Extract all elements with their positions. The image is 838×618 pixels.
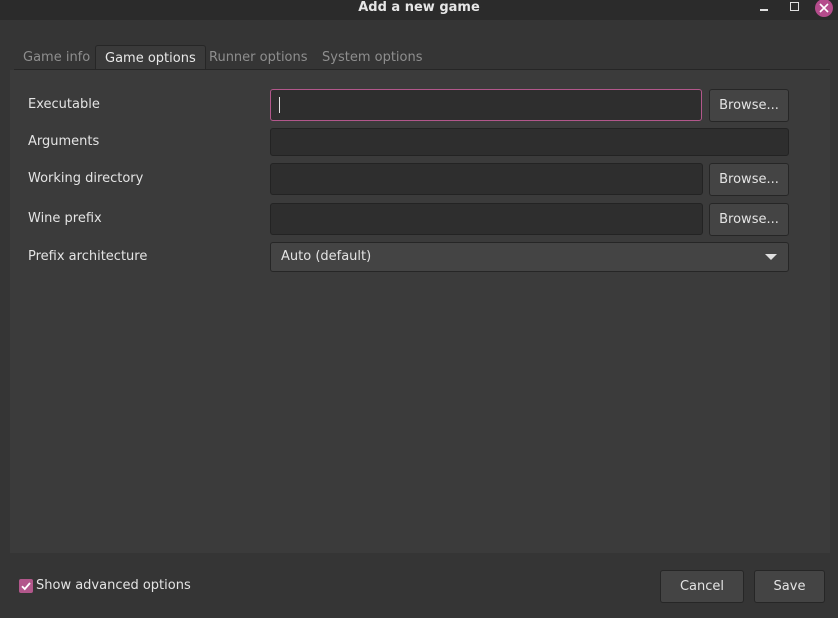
wine-prefix-browse-button[interactable]: Browse... <box>709 203 789 236</box>
text-caret <box>279 97 280 113</box>
show-advanced-checkbox[interactable] <box>19 579 33 593</box>
arguments-field[interactable] <box>270 128 789 156</box>
working-directory-input[interactable] <box>271 164 702 194</box>
save-button[interactable]: Save <box>754 570 825 603</box>
dropdown-arrow-icon <box>765 254 777 260</box>
minimize-icon[interactable] <box>754 0 774 16</box>
prefix-architecture-label: Prefix architecture <box>28 249 148 264</box>
title-bar: Add a new game <box>0 0 838 20</box>
executable-browse-button[interactable]: Browse... <box>709 89 789 122</box>
wine-prefix-field[interactable] <box>270 203 703 235</box>
show-advanced-label[interactable]: Show advanced options <box>36 578 191 593</box>
window-title: Add a new game <box>358 0 480 15</box>
tab-game-info[interactable]: Game info <box>14 45 99 70</box>
working-directory-label: Working directory <box>28 171 144 186</box>
prefix-architecture-dropdown[interactable]: Auto (default) <box>270 242 789 272</box>
wine-prefix-input[interactable] <box>271 204 702 234</box>
tab-runner-options[interactable]: Runner options <box>200 45 317 70</box>
prefix-architecture-value: Auto (default) <box>281 249 372 264</box>
arguments-input[interactable] <box>271 129 788 155</box>
maximize-icon[interactable] <box>784 0 804 16</box>
arguments-label: Arguments <box>28 134 100 149</box>
working-directory-browse-button[interactable]: Browse... <box>709 163 789 196</box>
tab-system-options[interactable]: System options <box>313 45 432 70</box>
executable-input[interactable] <box>271 90 701 120</box>
executable-field[interactable] <box>270 89 702 121</box>
wine-prefix-label: Wine prefix <box>28 211 102 226</box>
executable-label: Executable <box>28 97 100 112</box>
cancel-button[interactable]: Cancel <box>660 570 744 603</box>
working-directory-field[interactable] <box>270 163 703 195</box>
checkmark-icon <box>21 582 31 591</box>
tab-game-options[interactable]: Game options <box>95 45 206 70</box>
